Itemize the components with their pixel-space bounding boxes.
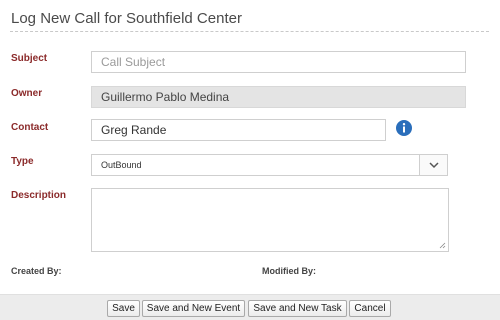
dialog-title: Log New Call for Southfield Center [11, 10, 242, 27]
owner-field: Guillermo Pablo Medina [91, 86, 466, 108]
owner-label: Owner [11, 88, 43, 99]
type-label: Type [11, 156, 34, 167]
chevron-down-icon [429, 162, 439, 169]
type-selected-value: OutBound [101, 160, 142, 170]
button-bar: Save Save and New Event Save and New Tas… [0, 294, 500, 320]
subject-label: Subject [11, 53, 48, 64]
type-select[interactable]: OutBound [91, 154, 448, 176]
contact-label: Contact [11, 122, 49, 133]
save-and-new-event-button[interactable]: Save and New Event [142, 300, 245, 317]
modified-by-label: Modified By: [262, 266, 316, 276]
description-label: Description [11, 190, 67, 201]
cancel-button[interactable]: Cancel [349, 300, 391, 317]
created-by-label: Created By: [11, 266, 62, 276]
type-dropdown-button[interactable] [419, 155, 447, 175]
title-divider [10, 31, 489, 32]
info-icon[interactable] [396, 120, 412, 136]
description-textarea[interactable] [91, 188, 449, 252]
subject-input[interactable] [91, 51, 466, 73]
save-button[interactable]: Save [107, 300, 140, 317]
contact-input[interactable]: Greg Rande [91, 119, 386, 141]
resize-grip-icon[interactable] [439, 242, 446, 249]
save-and-new-task-button[interactable]: Save and New Task [248, 300, 347, 317]
